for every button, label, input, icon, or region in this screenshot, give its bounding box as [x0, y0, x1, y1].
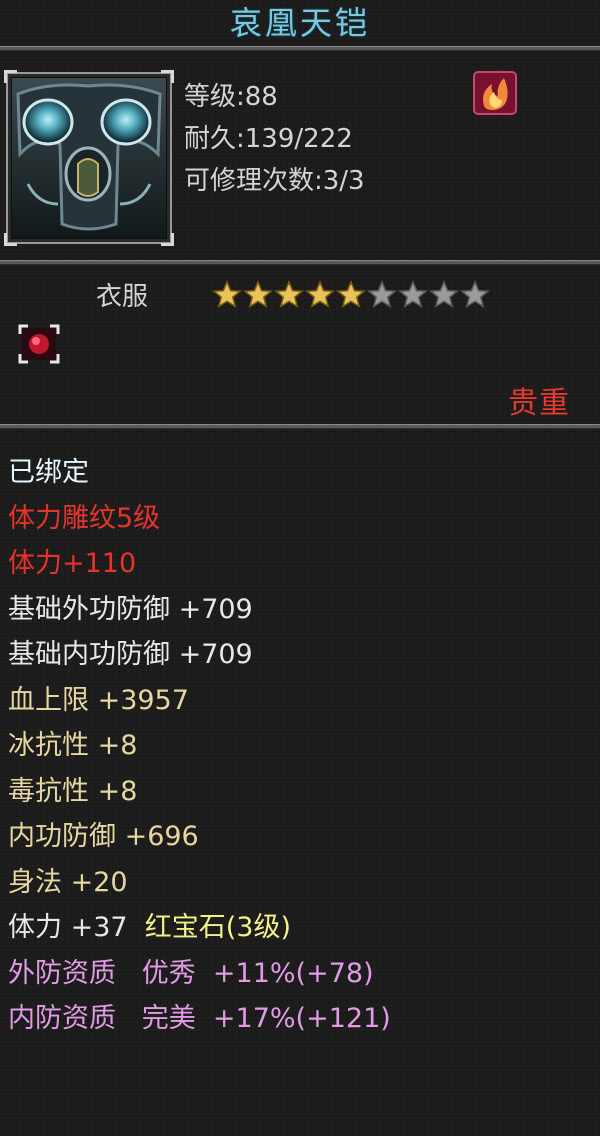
attribute-row: 基础外功防御 +709	[8, 593, 253, 625]
quality-value: +17%(+121)	[212, 1003, 391, 1034]
attribute-row: 体力雕纹5级	[8, 502, 161, 534]
gem-stat: 体力 +37	[8, 912, 128, 943]
attribute-row: 已绑定	[8, 457, 89, 488]
item-type: 衣服	[96, 282, 149, 312]
attribute-row: 基础内功防御 +709	[8, 639, 253, 670]
attribute-row: 内功防御 +696	[8, 821, 199, 852]
attribute-row: 毒抗性 +8	[8, 775, 138, 807]
star-filled-icon	[336, 280, 366, 309]
quality-row-inner: 内防资质 完美 +17%(+121)	[8, 998, 598, 1044]
attribute-row: 冰抗性 +8	[8, 730, 138, 761]
star-rating	[212, 280, 490, 310]
item-level: 等级:88	[184, 82, 278, 112]
star-empty-icon	[429, 280, 459, 309]
item-durability: 耐久:139/222	[184, 124, 353, 154]
quality-value: +11%(+78)	[212, 957, 374, 989]
item-repair-count: 可修理次数:3/3	[184, 166, 365, 196]
quality-label: 外防资质	[8, 957, 116, 989]
armor-portrait[interactable]	[4, 70, 174, 246]
divider-middle	[0, 260, 600, 265]
rarity-label: 贵重	[508, 386, 570, 421]
divider-top	[0, 46, 600, 51]
gem-attribute-row: 体力 +37 红宝石(3级)	[8, 907, 598, 953]
gem-name: 红宝石(3级)	[144, 912, 291, 943]
quality-row-outer: 外防资质 优秀 +11%(+78)	[8, 953, 598, 999]
quality-grade: 完美	[141, 1003, 196, 1034]
divider-bottom	[0, 424, 600, 429]
item-name-title: 哀凰天铠	[229, 4, 370, 42]
attribute-row: 体力+110	[8, 548, 137, 579]
star-filled-icon	[274, 280, 304, 309]
star-filled-icon	[305, 280, 335, 309]
armor-image	[12, 78, 166, 238]
red-gem-slot-icon[interactable]	[18, 324, 60, 364]
attribute-row: 血上限 +3957	[8, 684, 189, 716]
quality-label: 内防资质	[8, 1003, 116, 1034]
star-filled-icon	[243, 280, 273, 309]
quality-grade: 优秀	[141, 957, 196, 989]
attribute-list: 已绑定 体力雕纹5级 体力+110 基础外功防御 +709 基础内功防御 +70…	[8, 452, 598, 1044]
star-empty-icon	[398, 280, 428, 309]
star-empty-icon	[367, 280, 397, 309]
star-filled-icon	[212, 280, 242, 309]
star-empty-icon	[460, 280, 490, 309]
flame-badge-icon[interactable]	[472, 70, 518, 116]
attribute-row: 身法 +20	[8, 866, 128, 898]
